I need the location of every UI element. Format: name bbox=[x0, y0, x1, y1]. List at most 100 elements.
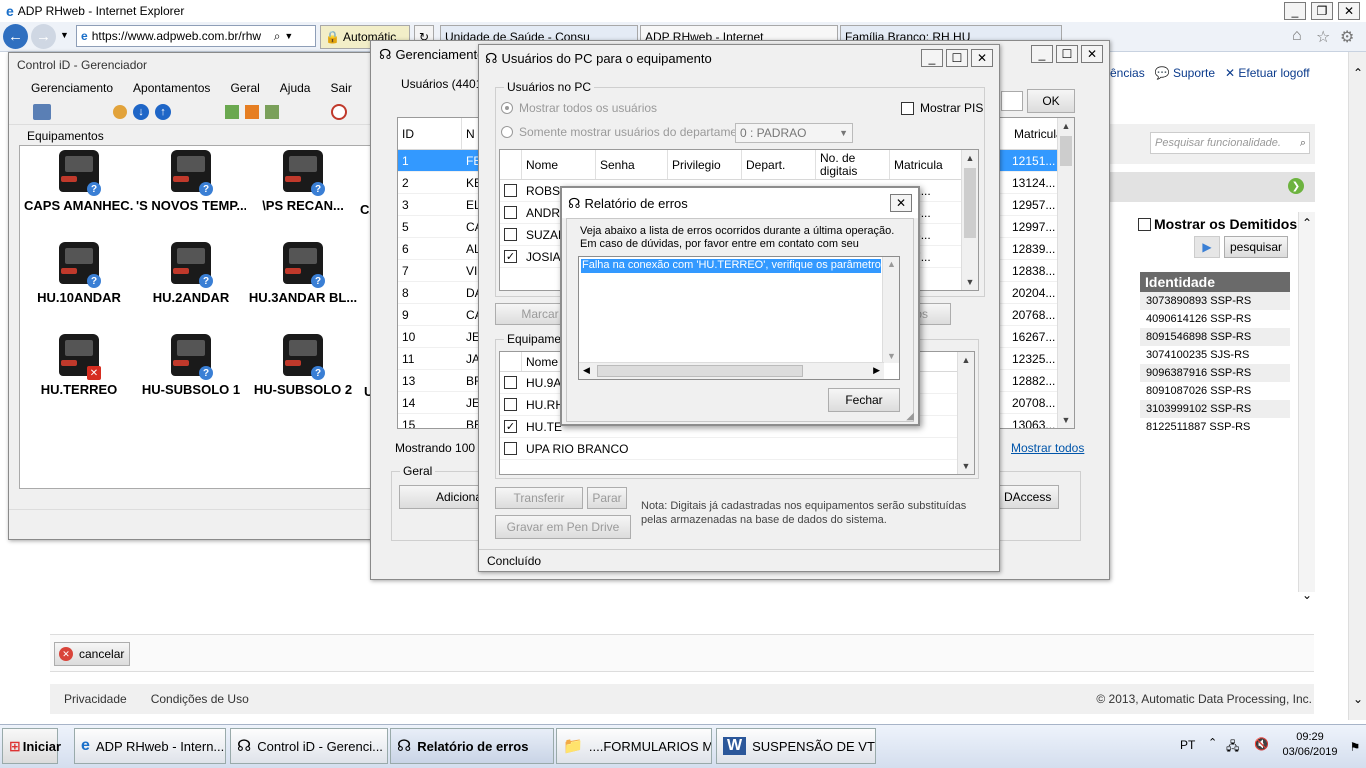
language-indicator[interactable]: PT bbox=[1180, 738, 1195, 752]
idaccess-button[interactable]: DAccess bbox=[991, 485, 1059, 509]
ie-minimize-button[interactable]: _ bbox=[1284, 2, 1306, 20]
computer-icon[interactable] bbox=[33, 103, 51, 120]
radio-show-all-button[interactable] bbox=[501, 102, 513, 114]
scroll-right-icon[interactable]: ▶ bbox=[873, 365, 880, 376]
import-icon[interactable] bbox=[225, 104, 239, 119]
close-button[interactable]: Fechar bbox=[828, 388, 900, 412]
show-dismissed-option[interactable]: Mostrar os Demitidos bbox=[1138, 216, 1297, 232]
scroll-up-icon[interactable]: ▲ bbox=[1058, 118, 1074, 134]
error-list-item[interactable]: Falha na conexão com 'HU.TERREO', verifi… bbox=[581, 259, 881, 273]
adp-scroll-down-icon[interactable]: ⌄ bbox=[1302, 588, 1312, 602]
adp-search-box[interactable]: Pesquisar funcionalidade. ⌕ bbox=[1150, 132, 1310, 154]
add-button[interactable]: Adiciona bbox=[399, 485, 489, 509]
logoff-link[interactable]: ✕ Efetuar logoff bbox=[1225, 66, 1310, 80]
resize-grip-icon[interactable]: ◢ bbox=[906, 411, 914, 422]
scroll-left-icon[interactable]: ◀ bbox=[583, 365, 590, 376]
col-matricula[interactable]: Matricula bbox=[1010, 118, 1063, 149]
ie-restore-button[interactable]: ❐ bbox=[1311, 2, 1333, 20]
scroll-up-icon[interactable]: ▲ bbox=[887, 259, 896, 269]
error-report-close-button[interactable]: ✕ bbox=[890, 194, 912, 212]
error-list-vscroll[interactable]: ▲ ▼ bbox=[882, 257, 899, 363]
controlid-menu-item[interactable]: Gerenciamento bbox=[31, 81, 113, 95]
row-checkbox[interactable] bbox=[504, 184, 517, 197]
go-arrow-icon[interactable]: ❯ bbox=[1288, 178, 1304, 194]
ok-button[interactable]: OK bbox=[1027, 89, 1075, 113]
scroll-down-icon[interactable]: ▼ bbox=[962, 274, 978, 290]
col-privilegio[interactable]: Privilegio bbox=[668, 150, 742, 179]
adp-search-button[interactable]: pesquisar bbox=[1224, 236, 1288, 258]
list-item[interactable]: UPA RIO BRANCO bbox=[500, 438, 974, 460]
ie-vscroll[interactable]: ⌃ ⌄ bbox=[1348, 52, 1366, 720]
device-tile[interactable]: ✕ HU.TERREO bbox=[24, 332, 134, 397]
user-icon[interactable] bbox=[113, 104, 127, 119]
scroll-up-icon[interactable]: ▲ bbox=[958, 352, 974, 368]
controlid-menu-item[interactable]: Apontamentos bbox=[133, 81, 210, 95]
taskbar-item[interactable]: W SUSPENSÃO DE VT [... bbox=[716, 728, 876, 764]
clock[interactable]: 09:29 03/06/2019 bbox=[1280, 730, 1340, 760]
adp-scroll-up-icon[interactable]: ⌃ bbox=[1302, 216, 1312, 230]
scroll-down-icon[interactable]: ▼ bbox=[1058, 412, 1074, 428]
device-tile[interactable]: ? 'S NOVOS TEMP... bbox=[136, 148, 246, 213]
row-checkbox[interactable] bbox=[504, 228, 517, 241]
forward-button[interactable]: → bbox=[31, 24, 56, 49]
row-checkbox[interactable] bbox=[504, 398, 517, 411]
support-link[interactable]: 💬 Suporte bbox=[1155, 66, 1215, 80]
pen-drive-button[interactable]: Gravar em Pen Drive bbox=[495, 515, 631, 539]
scroll-down-icon[interactable]: ▼ bbox=[887, 351, 896, 361]
radio-dept[interactable]: Somente mostrar usuários do departamento… bbox=[501, 125, 757, 139]
ie-scroll-down-icon[interactable]: ⌄ bbox=[1353, 692, 1363, 706]
address-dropdown-icon[interactable]: ▼ bbox=[284, 31, 293, 41]
pc-users-minimize-button[interactable]: _ bbox=[921, 49, 943, 67]
tools-gear-icon[interactable]: ⚙ bbox=[1340, 27, 1354, 47]
col-matricula-pc[interactable]: Matricula bbox=[890, 150, 964, 179]
show-all-link[interactable]: Mostrar todos bbox=[1011, 441, 1084, 455]
row-checkbox[interactable]: ✓ bbox=[504, 250, 517, 263]
device-tile[interactable]: ? HU.10ANDAR bbox=[24, 240, 134, 305]
home-icon[interactable]: ⌂ bbox=[1292, 27, 1302, 45]
pc-users-scrollbar[interactable]: ▲ ▼ bbox=[961, 150, 978, 290]
col-digitais[interactable]: No. de digitais bbox=[816, 150, 890, 179]
tray-volume-icon[interactable]: 🔇 bbox=[1254, 737, 1269, 751]
terms-link[interactable]: Condições de Uso bbox=[151, 692, 249, 706]
gerenciamento-close-button[interactable]: ✕ bbox=[1081, 45, 1103, 63]
back-button[interactable]: ← bbox=[3, 24, 28, 49]
device-tile[interactable]: ? CAPS AMANHEC... bbox=[24, 148, 134, 213]
upload-icon[interactable]: ↑ bbox=[155, 103, 171, 120]
history-dropdown-icon[interactable]: ▼ bbox=[60, 30, 69, 40]
taskbar-item[interactable]: e ADP RHweb - Intern... bbox=[74, 728, 226, 764]
device-tile[interactable]: ? HU.3ANDAR BL... bbox=[248, 240, 358, 305]
search-icon[interactable]: ⌕ bbox=[274, 29, 281, 44]
privacy-link[interactable]: Privacidade bbox=[64, 692, 127, 706]
download-icon[interactable]: ↓ bbox=[133, 103, 149, 120]
scroll-thumb[interactable] bbox=[1060, 136, 1072, 166]
controlid-menu-item[interactable]: Ajuda bbox=[280, 81, 311, 95]
show-dismissed-checkbox[interactable] bbox=[1138, 217, 1151, 231]
favorites-star-icon[interactable]: ☆ bbox=[1316, 27, 1330, 47]
taskbar-item[interactable]: ☊ Relatório de erros bbox=[390, 728, 554, 764]
row-checkbox[interactable] bbox=[504, 442, 517, 455]
clock-icon[interactable] bbox=[331, 103, 347, 120]
row-checkbox[interactable] bbox=[504, 376, 517, 389]
address-bar[interactable]: e https://www.adpweb.com.br/rhw ⌕ ▼ bbox=[76, 25, 316, 47]
tray-network-icon[interactable]: 🖧 bbox=[1226, 737, 1239, 758]
cancel-button[interactable]: ✕ cancelar bbox=[54, 642, 130, 666]
notifications-link[interactable]: ências bbox=[1110, 66, 1145, 80]
device-tile[interactable]: ? \PS RECAN... bbox=[248, 148, 358, 213]
col-senha[interactable]: Senha bbox=[596, 150, 668, 179]
col-depart[interactable]: Depart. bbox=[742, 150, 816, 179]
stop-button[interactable]: Parar bbox=[587, 487, 627, 509]
device-tile[interactable]: ? HU-SUBSOLO 1 bbox=[136, 332, 246, 397]
scroll-down-icon[interactable]: ▼ bbox=[958, 458, 974, 474]
show-pis-option[interactable]: Mostrar PIS bbox=[901, 101, 983, 115]
scroll-thumb[interactable] bbox=[964, 168, 976, 238]
taskbar-item[interactable]: ☊ Control iD - Gerenci... bbox=[230, 728, 388, 764]
device-tile[interactable]: ? HU.2ANDAR bbox=[136, 240, 246, 305]
tray-arrow-icon[interactable]: ⌃ bbox=[1208, 736, 1217, 749]
scroll-up-icon[interactable]: ▲ bbox=[962, 150, 978, 166]
users-grid-scrollbar[interactable]: ▲ ▼ bbox=[1057, 118, 1074, 428]
pc-users-close-button[interactable]: ✕ bbox=[971, 49, 993, 67]
gerenciamento-maximize-button[interactable]: ☐ bbox=[1056, 45, 1078, 63]
row-checkbox[interactable] bbox=[504, 206, 517, 219]
dept-select[interactable]: 0 : PADRAO ▼ bbox=[735, 123, 853, 143]
controlid-menu-item[interactable]: Geral bbox=[230, 81, 259, 95]
